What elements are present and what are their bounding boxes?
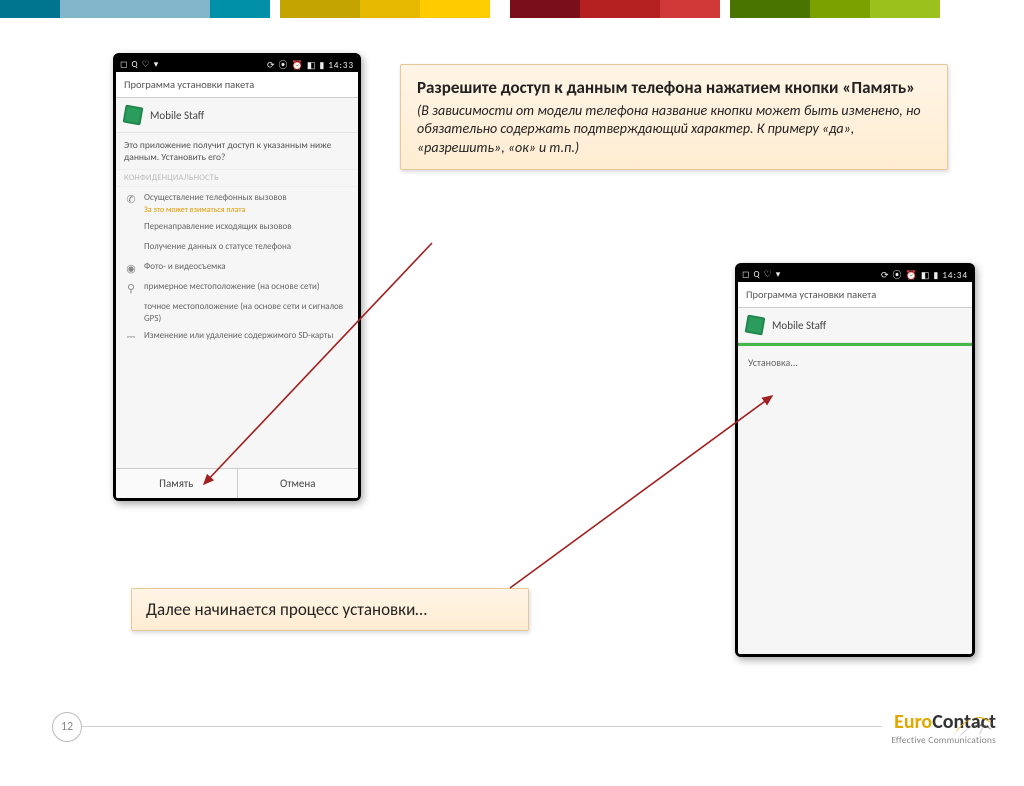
- phone-icon: ✆: [124, 192, 138, 206]
- usb-icon: ⎓: [124, 330, 138, 344]
- camera-icon: ◉: [124, 261, 138, 275]
- stripe: [490, 0, 500, 18]
- arrow-to-installing: [510, 396, 772, 588]
- app-icon: [745, 315, 766, 336]
- installer-title: Программа установки пакета: [116, 72, 358, 98]
- stripe: [210, 0, 270, 18]
- app-name: Mobile Staff: [150, 109, 204, 122]
- status-right-icons: ⟳ ⦿ ⏰ ◧ ▮ 14:33: [267, 58, 354, 71]
- stripe: [810, 0, 870, 18]
- stripe: [720, 0, 730, 18]
- stripe: [130, 0, 210, 18]
- stripe: [580, 0, 660, 18]
- status-left-icons: ◻ Q ♡ ▾: [120, 59, 159, 70]
- permission-text: Перенаправление исходящих вызовов: [144, 221, 292, 233]
- permissions-list: ✆ Осуществление телефонных вызововЗа это …: [116, 187, 358, 468]
- page-number: 12: [52, 712, 82, 742]
- callout-text: Далее начинается процесс установки…: [146, 599, 427, 620]
- stripe: [510, 0, 580, 18]
- stripe: [280, 0, 360, 18]
- cancel-button[interactable]: Отмена: [237, 469, 359, 498]
- callout-permissions: Разрешите доступ к данным телефона нажат…: [400, 64, 948, 170]
- logo-swoosh-icon: [948, 700, 996, 748]
- memory-button[interactable]: Память: [116, 469, 237, 498]
- top-color-stripes: [0, 0, 1024, 18]
- permission-text: Изменение или удаление содержимого SD-ка…: [144, 330, 333, 342]
- privacy-section-label: КОНФИДЕНЦИАЛЬНОСТЬ: [116, 170, 358, 187]
- stripe: [360, 0, 420, 18]
- phone-installing-mockup: ◻ Q ♡ ▾ ⟳ ⦿ ⏰ ◧ ▮ 14:34 Программа устано…: [735, 263, 975, 657]
- callout-heading: Разрешите доступ к данным телефона нажат…: [417, 77, 931, 98]
- stripe: [420, 0, 490, 18]
- phone-screen: ◻ Q ♡ ▾ ⟳ ⦿ ⏰ ◧ ▮ 14:33 Программа устано…: [116, 56, 358, 498]
- stripe: [60, 0, 130, 18]
- button-bar: Память Отмена: [116, 468, 358, 498]
- blank-icon: [124, 221, 138, 235]
- permission-item: ⎓ Изменение или удаление содержимого SD-к…: [120, 327, 354, 347]
- slide-area: ◻ Q ♡ ▾ ⟳ ⦿ ⏰ ◧ ▮ 14:33 Программа устано…: [0, 18, 1024, 768]
- stripe: [730, 0, 810, 18]
- permission-item: Перенаправление исходящих вызовов: [120, 218, 354, 238]
- stripe: [500, 0, 510, 18]
- phone-permissions-mockup: ◻ Q ♡ ▾ ⟳ ⦿ ⏰ ◧ ▮ 14:33 Программа устано…: [113, 53, 361, 501]
- callout-subtext: (В зависимости от модели телефона назван…: [417, 102, 931, 157]
- phone-screen: ◻ Q ♡ ▾ ⟳ ⦿ ⏰ ◧ ▮ 14:34 Программа устано…: [738, 266, 972, 654]
- status-left-icons: ◻ Q ♡ ▾: [742, 269, 781, 280]
- permission-item: ◉ Фото- и видеосъемка: [120, 258, 354, 278]
- permission-text: примерное местоположение (на основе сети…: [144, 281, 320, 293]
- stripe: [870, 0, 940, 18]
- app-row: Mobile Staff: [116, 98, 358, 133]
- permission-item: ⚲ примерное местоположение (на основе сет…: [120, 278, 354, 298]
- footer-hairline: [82, 726, 882, 727]
- permission-item: Получение данных о статусе телефона: [120, 238, 354, 258]
- installer-title: Программа установки пакета: [738, 282, 972, 308]
- stripe: [270, 0, 280, 18]
- callout-installing: Далее начинается процесс установки…: [131, 588, 529, 631]
- stripe: [660, 0, 720, 18]
- permission-text: точное местоположение (на основе сети и …: [144, 301, 350, 324]
- pin-icon: ⚲: [124, 281, 138, 295]
- stripe: [0, 0, 60, 18]
- permission-item: ✆ Осуществление телефонных вызововЗа это …: [120, 189, 354, 218]
- statusbar: ◻ Q ♡ ▾ ⟳ ⦿ ⏰ ◧ ▮ 14:34: [738, 266, 972, 282]
- permission-text: Осуществление телефонных вызововЗа это м…: [144, 192, 287, 215]
- eurocontact-logo: EuroContact Effective Communications: [816, 710, 996, 746]
- app-icon: [123, 105, 144, 126]
- permission-item: точное местоположение (на основе сети и …: [120, 298, 354, 327]
- install-description: Это приложение получит доступ к указанны…: [116, 133, 358, 170]
- blank-icon: [124, 241, 138, 255]
- status-right-icons: ⟳ ⦿ ⏰ ◧ ▮ 14:34: [881, 268, 968, 281]
- permission-text: Получение данных о статусе телефона: [144, 241, 291, 253]
- app-row: Mobile Staff: [738, 308, 972, 343]
- blank-icon: [124, 301, 138, 315]
- statusbar: ◻ Q ♡ ▾ ⟳ ⦿ ⏰ ◧ ▮ 14:33: [116, 56, 358, 72]
- install-status-text: Установка...: [738, 346, 972, 654]
- permission-text: Фото- и видеосъемка: [144, 261, 226, 273]
- app-name: Mobile Staff: [772, 319, 826, 332]
- permission-warning: За это может взиматься плата: [144, 205, 287, 215]
